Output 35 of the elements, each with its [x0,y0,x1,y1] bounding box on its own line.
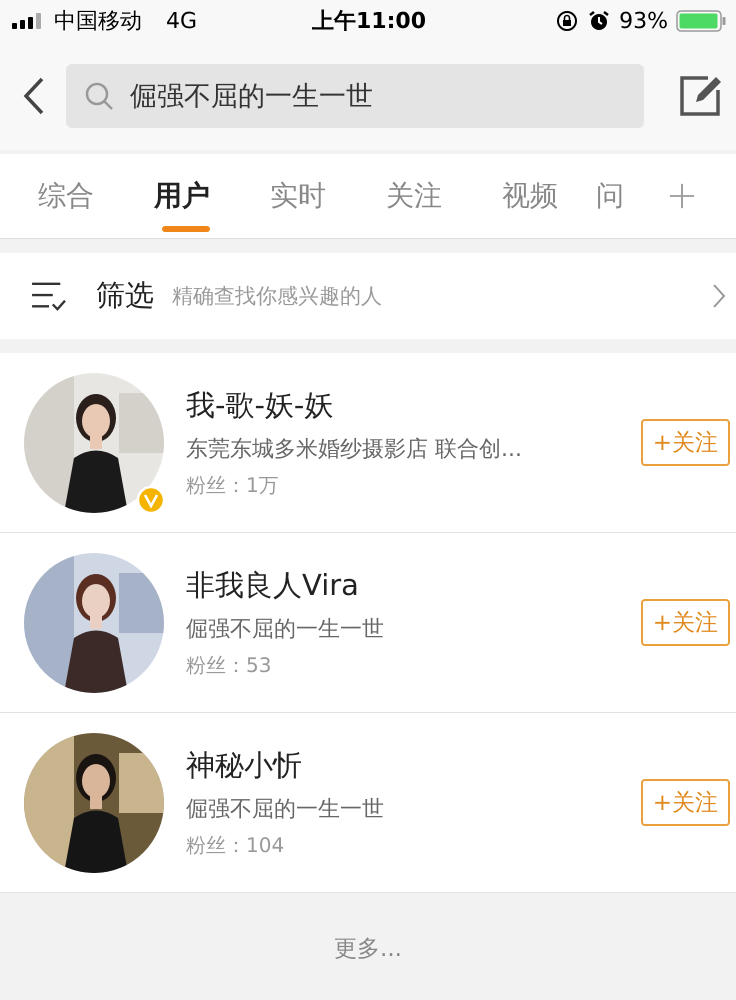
rotation-lock-icon [555,9,580,33]
follow-button[interactable]: +关注 [640,419,730,466]
battery-percent: 93% [619,8,668,34]
filter-hint: 精确查找你感兴趣的人 [172,283,383,310]
fan-count: 粉丝：53 [186,652,272,679]
tab[interactable]: 关注 [356,154,472,238]
carrier-name: 中国移动 [54,8,142,36]
user-name[interactable]: 非我良人Vira [186,566,641,606]
fan-count: 粉丝：104 [186,832,286,859]
network-type: 4G [166,8,198,34]
user-name[interactable]: 我-歌-妖-妖 [186,386,641,426]
follow-button[interactable]: +关注 [640,599,730,646]
user-bio: 东莞东城多米婚纱摄影店 联合创... [186,436,523,464]
filter-label[interactable]: 筛选 [96,276,154,316]
tab[interactable]: 综合 [8,154,124,238]
tab[interactable]: 用户 [124,154,240,238]
compose-icon[interactable] [678,74,722,118]
user-bio: 倔强不屈的一生一世 [186,616,385,644]
tab[interactable]: 实时 [240,154,356,238]
back-icon[interactable] [22,76,46,116]
plus-icon[interactable] [668,182,696,210]
search-icon [84,81,114,111]
more-link[interactable]: 更多... [334,932,402,964]
search-field[interactable]: 倔强不屈的一生一世 [66,64,644,128]
tab[interactable]: 视频 [472,154,588,238]
battery-icon [676,10,726,32]
user-name[interactable]: 神秘小忻 [186,746,641,786]
alarm-icon [587,9,612,33]
clock-time: 上午11:00 [312,8,426,36]
follow-button[interactable]: +关注 [640,779,730,826]
tab[interactable]: 问 [588,154,640,238]
filter-icon[interactable] [30,280,68,312]
chevron-right-icon[interactable] [712,283,726,309]
user-bio: 倔强不屈的一生一世 [186,796,385,824]
fan-count: 粉丝：1万 [186,472,280,499]
